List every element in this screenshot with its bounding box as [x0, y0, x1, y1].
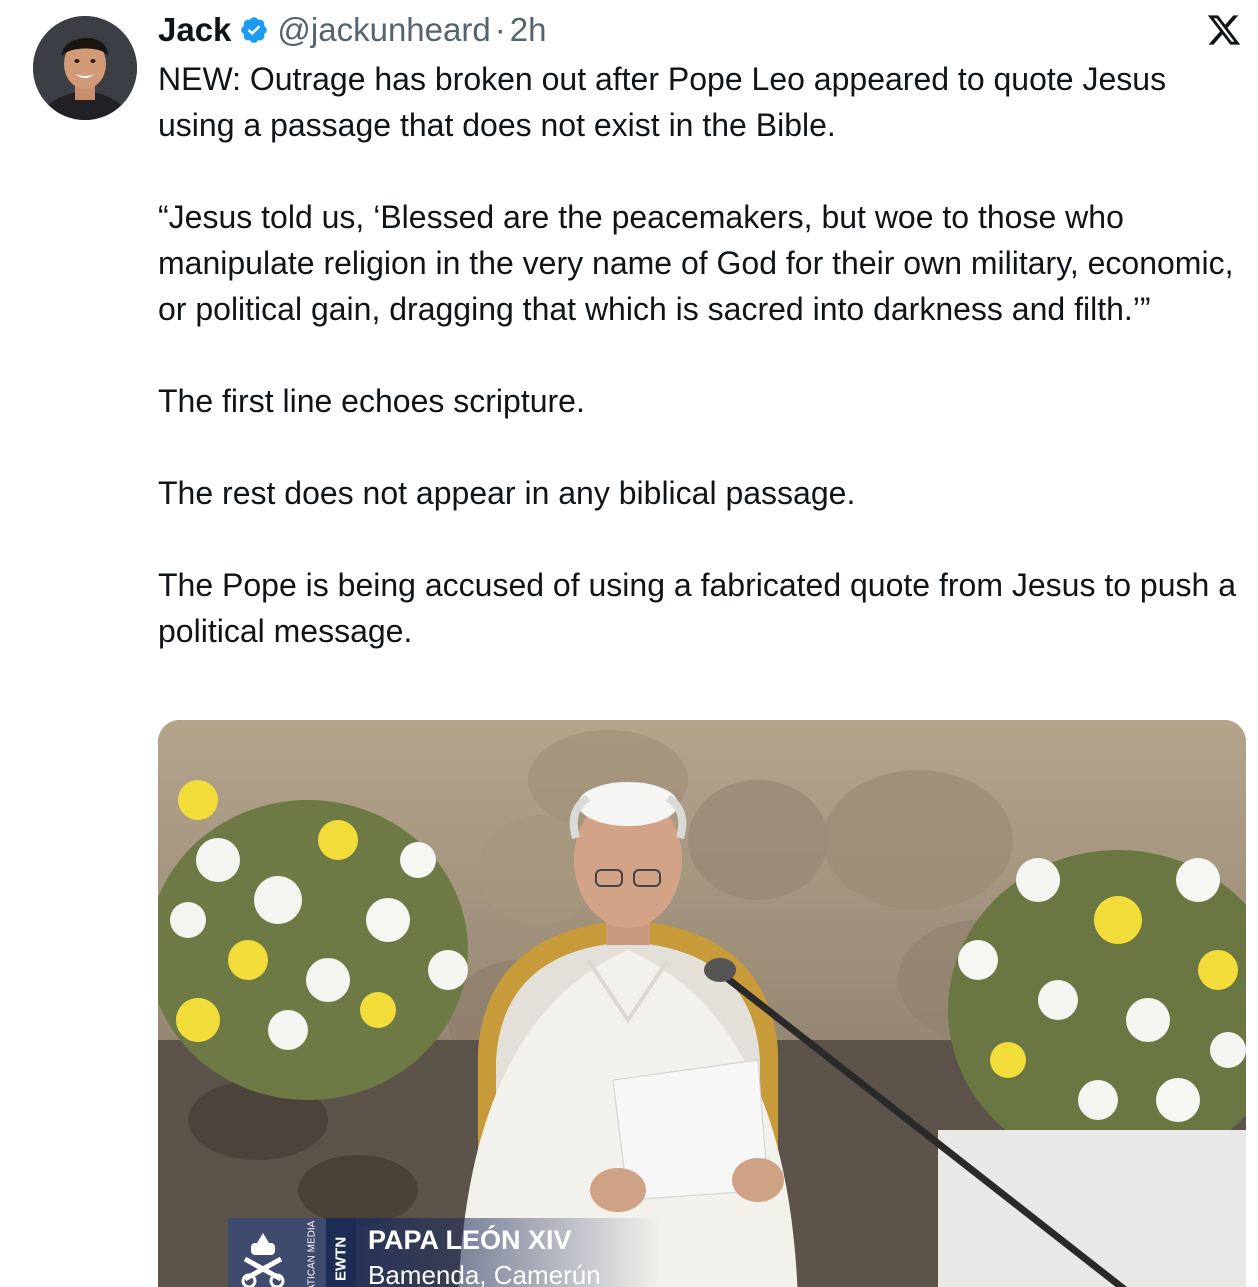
lower-third-title: PAPA LEÓN XIV — [368, 1225, 572, 1255]
post-timestamp[interactable]: 2h — [510, 11, 547, 49]
author-handle[interactable]: @jackunheard — [277, 11, 490, 49]
lower-third-text: PAPA LEÓN XIV Bamenda, Camerún — [356, 1218, 661, 1287]
tweet-paragraph: The Pope is being accused of using a fab… — [158, 567, 1236, 649]
vatican-crest-icon — [228, 1218, 298, 1287]
author-display-name[interactable]: Jack — [158, 11, 231, 49]
ewtn-logo: EWTN — [326, 1218, 356, 1287]
vatican-media-label: VATICAN MEDIA — [298, 1218, 326, 1287]
tweet-media-image[interactable]: VATICAN MEDIA EWTN PAPA LEÓN XIV Bamenda… — [158, 720, 1246, 1287]
x-logo-icon[interactable] — [1206, 12, 1242, 48]
tweet-paragraph: The rest does not appear in any biblical… — [158, 475, 856, 511]
tweet-paragraph: The first line echoes scripture. — [158, 383, 585, 419]
avatar-image — [33, 16, 137, 120]
lower-third-subtitle: Bamenda, Camerún — [368, 1260, 601, 1287]
avatar[interactable] — [33, 16, 137, 120]
pope-photo — [158, 720, 1246, 1287]
tweet-paragraph: “Jesus told us, ‘Blessed are the peacema… — [158, 199, 1234, 327]
video-lower-third: VATICAN MEDIA EWTN PAPA LEÓN XIV Bamenda… — [228, 1218, 661, 1287]
tweet-header: Jack @jackunheard · 2h — [158, 8, 546, 52]
verified-badge-icon — [241, 17, 268, 43]
separator-dot: · — [494, 11, 506, 48]
tweet-text: NEW: Outrage has broken out after Pope L… — [158, 56, 1248, 654]
tweet-paragraph: NEW: Outrage has broken out after Pope L… — [158, 61, 1167, 143]
